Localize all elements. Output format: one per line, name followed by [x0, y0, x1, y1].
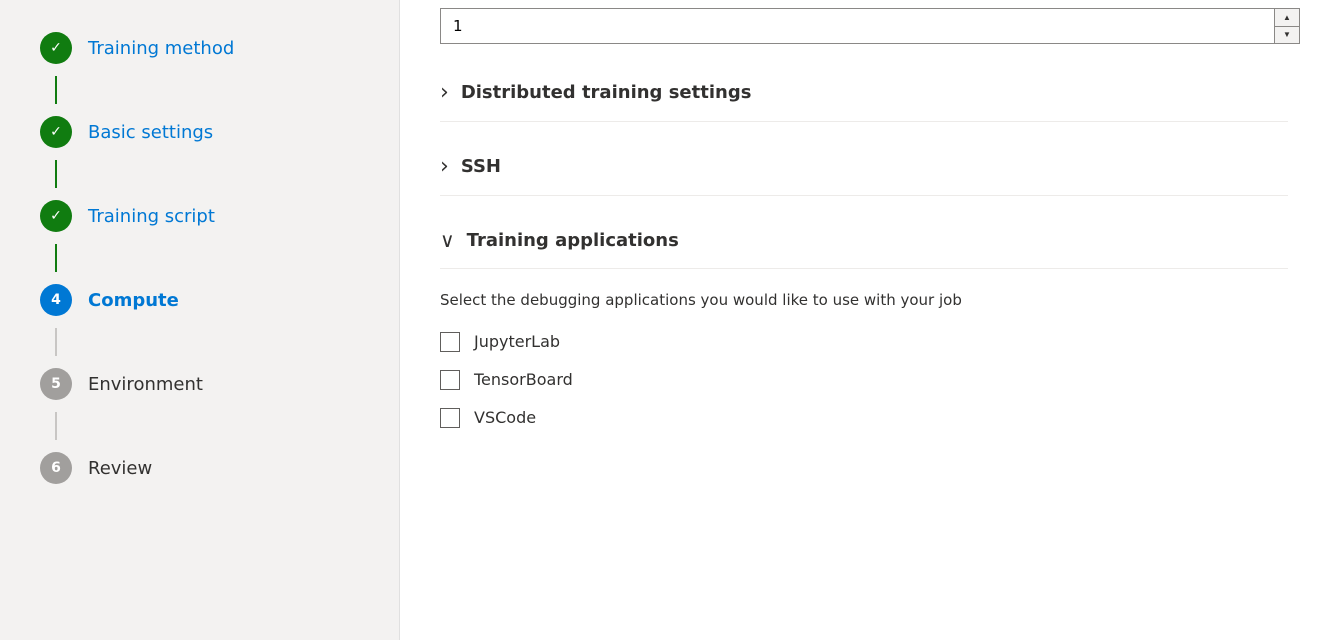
checkbox-item-tensorboard: TensorBoard [440, 370, 1288, 390]
checkbox-item-jupyterlab: JupyterLab [440, 332, 1288, 352]
spinner-up-button[interactable]: ▲ [1275, 9, 1299, 27]
checkbox-item-vscode: VSCode [440, 408, 1288, 428]
step-label-training-script: Training script [88, 206, 215, 227]
step-connector-compute [55, 328, 57, 356]
sidebar-item-compute[interactable]: 4 Compute [0, 272, 399, 328]
step-icon-basic-settings: ✓ [40, 116, 72, 148]
checkbox-label-tensorboard: TensorBoard [474, 370, 573, 389]
divider-training-applications [440, 268, 1288, 269]
sidebar: ✓ Training method ✓ Basic settings ✓ Training… [0, 0, 400, 640]
step-icon-training-method: ✓ [40, 32, 72, 64]
step-icon-training-script: ✓ [40, 200, 72, 232]
step-label-basic-settings: Basic settings [88, 122, 213, 143]
section-title-ssh: SSH [461, 156, 501, 177]
checkbox-label-vscode: VSCode [474, 408, 536, 427]
spinner-down-button[interactable]: ▼ [1275, 27, 1299, 44]
section-title-training-applications: Training applications [467, 230, 679, 251]
step-connector-training-method [55, 76, 57, 104]
step-label-compute: Compute [88, 290, 179, 311]
step-label-training-method: Training method [88, 38, 234, 59]
step-connector-training-script [55, 244, 57, 272]
step-icon-compute: 4 [40, 284, 72, 316]
section-header-training-applications[interactable]: ∨ Training applications [440, 220, 1288, 260]
divider-ssh [440, 195, 1288, 196]
section-header-distributed-training-settings[interactable]: › Distributed training settings [440, 72, 1288, 113]
divider-distributed-training-settings [440, 121, 1288, 122]
checkbox-tensorboard[interactable] [440, 370, 460, 390]
step-icon-review: 6 [40, 452, 72, 484]
step-connector-basic-settings [55, 160, 57, 188]
section-content-training-applications: Select the debugging applications you wo… [440, 277, 1288, 428]
sidebar-item-training-method[interactable]: ✓ Training method [0, 20, 399, 76]
number-input-container: ▲ ▼ [440, 8, 1300, 44]
sections-container: › Distributed training settings › SSH ∨ Train… [440, 72, 1288, 452]
section-distributed-training-settings: › Distributed training settings [440, 72, 1288, 122]
chevron-down-icon: ∨ [440, 228, 455, 252]
checkbox-label-jupyterlab: JupyterLab [474, 332, 560, 351]
sidebar-item-review[interactable]: 6 Review [0, 440, 399, 496]
step-label-review: Review [88, 458, 152, 479]
section-description-training-applications: Select the debugging applications you wo… [440, 289, 1288, 312]
checkbox-vscode[interactable] [440, 408, 460, 428]
sidebar-item-training-script[interactable]: ✓ Training script [0, 188, 399, 244]
sidebar-item-basic-settings[interactable]: ✓ Basic settings [0, 104, 399, 160]
section-training-applications: ∨ Training applications Select the debuggi… [440, 220, 1288, 428]
number-input[interactable] [441, 17, 1274, 35]
step-connector-environment [55, 412, 57, 440]
step-icon-environment: 5 [40, 368, 72, 400]
number-spinner: ▲ ▼ [1274, 9, 1299, 43]
main-content: ▲ ▼ › Distributed training settings › SSH ∨ T… [400, 0, 1328, 640]
section-title-distributed-training-settings: Distributed training settings [461, 82, 752, 103]
step-label-environment: Environment [88, 374, 203, 395]
checkbox-jupyterlab[interactable] [440, 332, 460, 352]
section-header-ssh[interactable]: › SSH [440, 146, 1288, 187]
sidebar-item-environment[interactable]: 5 Environment [0, 356, 399, 412]
chevron-right-icon: › [440, 80, 449, 105]
chevron-right-icon: › [440, 154, 449, 179]
section-ssh: › SSH [440, 146, 1288, 196]
